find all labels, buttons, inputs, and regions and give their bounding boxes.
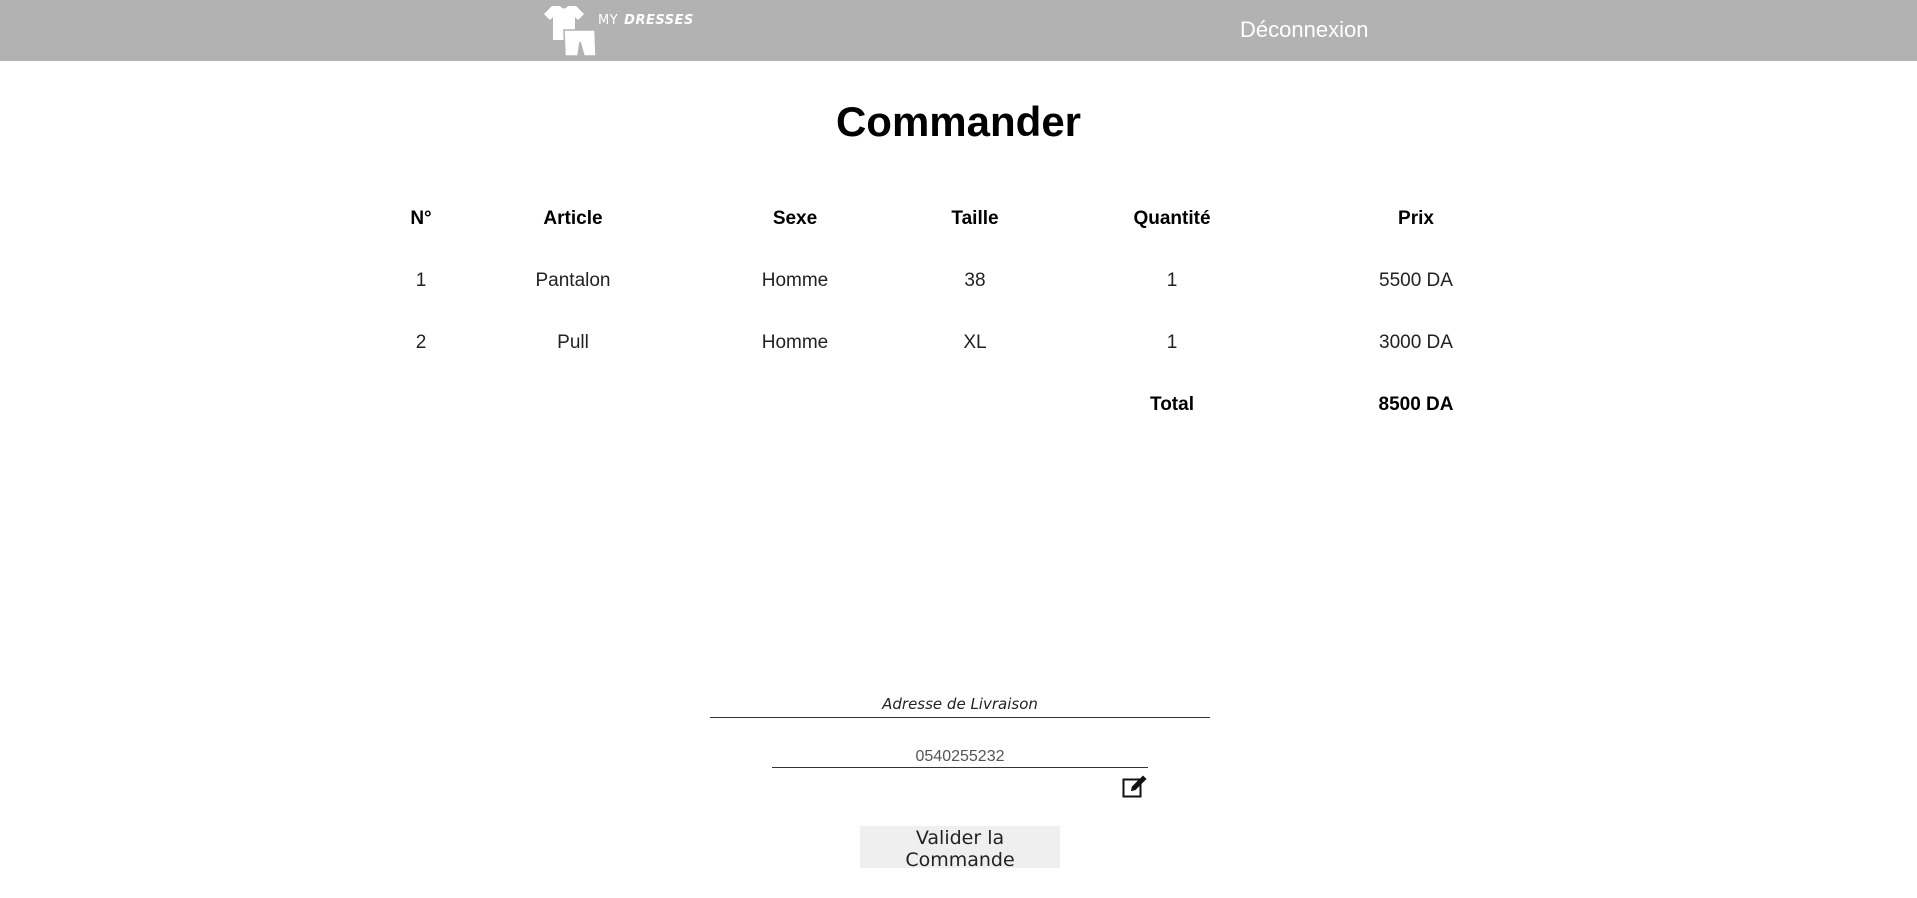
column-header-taille: Taille (951, 208, 999, 229)
phone-field[interactable]: 0540255232 (772, 748, 1148, 768)
table-row: 2 Pull Homme XL 1 3000 DA (380, 312, 1532, 374)
cell-sexe: Homme (761, 332, 829, 353)
edit-icon[interactable] (1122, 774, 1148, 800)
delivery-address-field[interactable]: Adresse de Livraison (710, 695, 1210, 718)
table-row: 1 Pantalon Homme 38 1 5500 DA (380, 250, 1532, 312)
page-title: Commander (835, 98, 1082, 145)
table-header-row: N° Article Sexe Taille Quantité Prix (380, 188, 1532, 250)
empty-cell (380, 374, 462, 436)
cell-number: 1 (415, 270, 427, 291)
brand-name-my: MY (598, 12, 619, 28)
order-table: N° Article Sexe Taille Quantité Prix 1 P… (380, 188, 1532, 436)
clothes-logo-icon (544, 6, 596, 57)
cell-taille: 38 (964, 270, 986, 291)
cell-quantite: 1 (1166, 332, 1178, 353)
column-header-quantite: Quantité (1133, 208, 1211, 229)
cell-article: Pull (557, 332, 589, 353)
cell-prix: 5500 DA (1379, 270, 1453, 291)
top-navbar: MY DRESSES Déconnexion (0, 0, 1917, 61)
cell-prix: 3000 DA (1379, 332, 1453, 353)
cell-taille: XL (963, 332, 987, 353)
logout-link[interactable]: Déconnexion (1240, 17, 1368, 43)
column-header-prix: Prix (1398, 208, 1434, 229)
brand-logo[interactable]: MY DRESSES (540, 4, 694, 58)
column-header-article: Article (543, 208, 603, 229)
column-header-number: N° (410, 208, 432, 229)
cell-sexe: Homme (761, 270, 829, 291)
brand-name: MY DRESSES (598, 13, 694, 28)
column-header-sexe: Sexe (772, 208, 818, 229)
total-row: Total 8500 DA (380, 374, 1532, 436)
empty-cell (906, 374, 1044, 436)
empty-cell (462, 374, 684, 436)
validate-order-button[interactable]: Valider la Commande (860, 826, 1060, 871)
cell-article: Pantalon (535, 270, 611, 291)
brand-name-dresses: DRESSES (624, 12, 694, 28)
total-label: Total (1150, 394, 1194, 415)
cell-quantite: 1 (1166, 270, 1178, 291)
total-value: 8500 DA (1378, 394, 1454, 415)
empty-cell (684, 374, 906, 436)
cell-number: 2 (415, 332, 427, 353)
